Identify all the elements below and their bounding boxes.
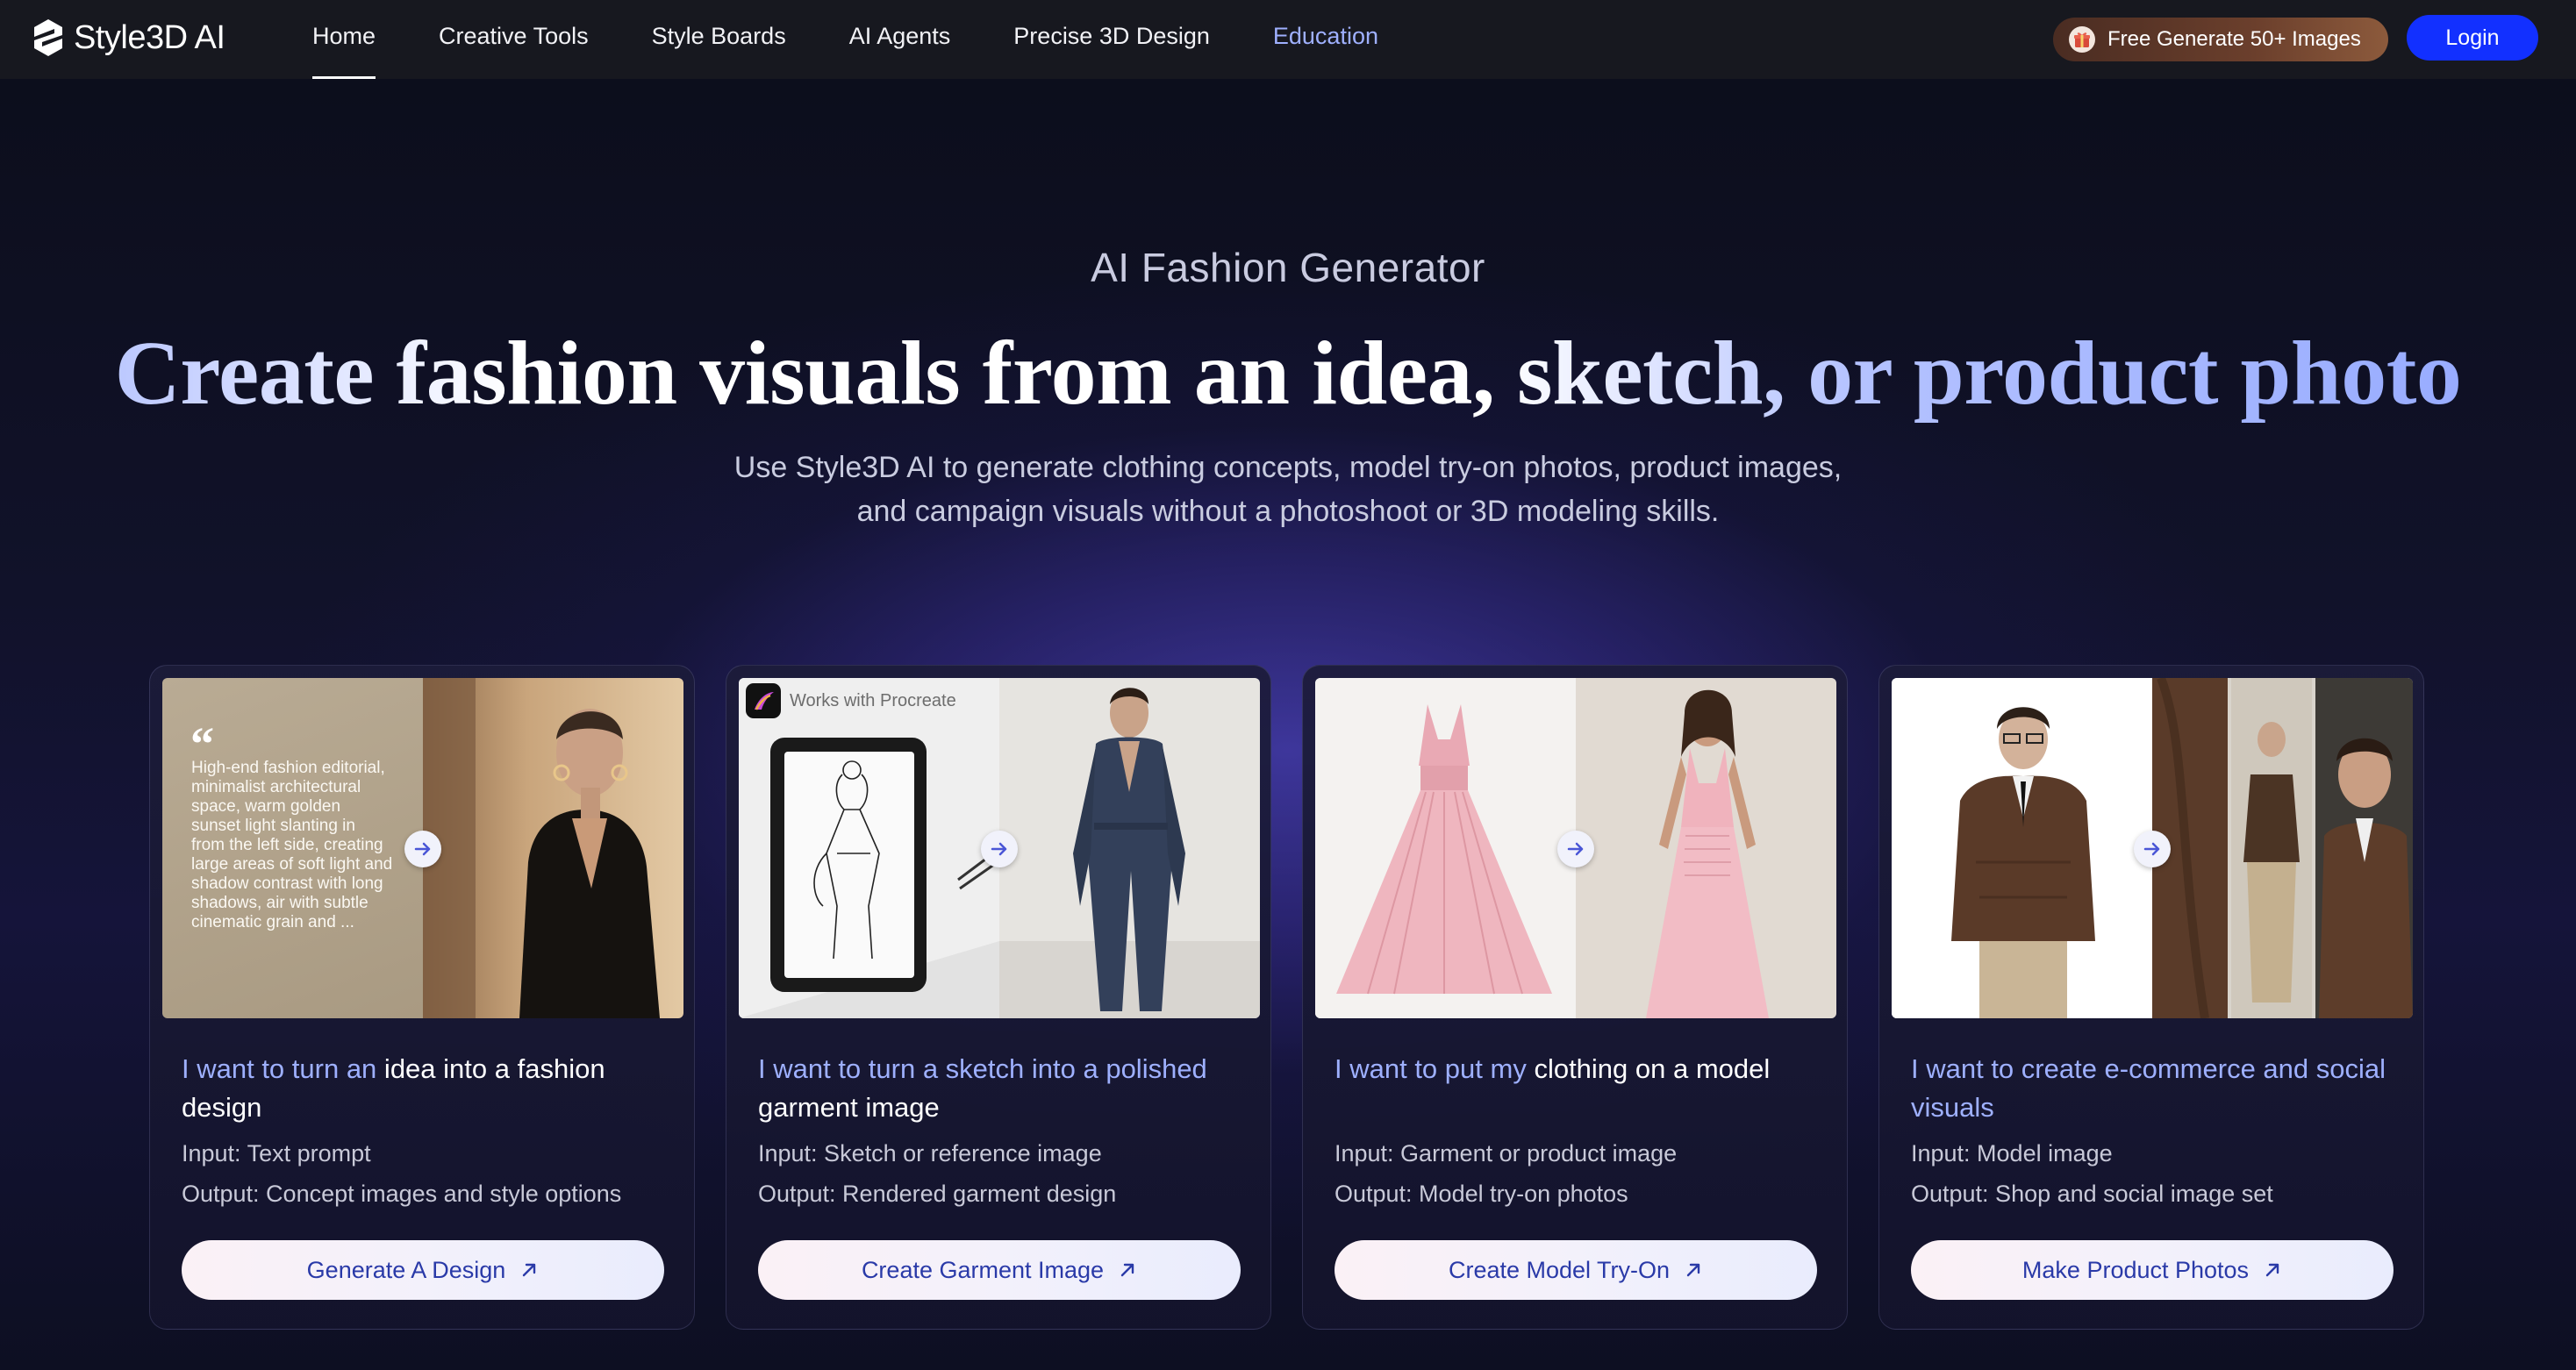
procreate-badge: Works with Procreate bbox=[746, 683, 956, 718]
product-collage-illustration bbox=[2152, 678, 2413, 1018]
arrow-up-right-icon bbox=[1686, 1263, 1700, 1277]
create-garment-image-button[interactable]: Create Garment Image bbox=[758, 1240, 1241, 1300]
free-generate-promo-button[interactable]: Free Generate 50+ Images bbox=[2053, 18, 2388, 61]
button-label: Make Product Photos bbox=[2021, 1256, 2250, 1283]
card-ecommerce-visuals: I want to create e-commerce and social v… bbox=[1878, 665, 2424, 1330]
style3d-logo-icon bbox=[34, 19, 62, 56]
editorial-photo bbox=[423, 678, 683, 1018]
model-pink-dress-illustration bbox=[1576, 678, 1836, 1018]
product-image-set bbox=[2152, 678, 2413, 1018]
create-model-tryon-button[interactable]: Create Model Try-On bbox=[1335, 1240, 1817, 1300]
card-image-idea: “ High-end fashion editorial, minimalist… bbox=[162, 678, 683, 1018]
card-image-tryon bbox=[1315, 678, 1836, 1018]
card-input: Input: Model image bbox=[1911, 1140, 2113, 1167]
card-clothing-on-model: I want to put my clothing on a model Inp… bbox=[1302, 665, 1848, 1330]
prompt-panel: “ High-end fashion editorial, minimalist… bbox=[162, 678, 423, 1018]
denim-jumpsuit-illustration bbox=[999, 678, 1260, 1018]
transform-arrow-icon bbox=[2134, 831, 2171, 867]
hero-subtitle-line2: and campaign visuals without a photoshoo… bbox=[856, 495, 1720, 528]
card-idea-to-design: “ High-end fashion editorial, minimalist… bbox=[149, 665, 695, 1330]
procreate-label: Works with Procreate bbox=[790, 690, 956, 710]
transform-arrow-icon bbox=[981, 831, 1018, 867]
card-image-sketch: Works with Procreate bbox=[739, 678, 1260, 1018]
card-input: Input: Garment or product image bbox=[1335, 1140, 1678, 1167]
nav-style-boards[interactable]: Style Boards bbox=[652, 0, 786, 79]
card-output: Output: Rendered garment design bbox=[758, 1181, 1117, 1207]
pink-dress-illustration bbox=[1315, 678, 1576, 1018]
card-image-ecommerce bbox=[1892, 678, 2413, 1018]
rendered-garment-photo bbox=[999, 678, 1260, 1018]
generate-design-button[interactable]: Generate A Design bbox=[182, 1240, 664, 1300]
card-sketch-to-garment: Works with Procreate I want to turn a sk… bbox=[726, 665, 1271, 1330]
button-label: Create Garment Image bbox=[861, 1256, 1105, 1283]
nav-home[interactable]: Home bbox=[312, 0, 376, 79]
button-label: Create Model Try-On bbox=[1448, 1256, 1671, 1283]
brand-name: Style3D AI bbox=[74, 18, 225, 56]
hero-eyebrow: AI Fashion Generator bbox=[1091, 245, 1485, 290]
model-tryon-photo bbox=[1576, 678, 1836, 1018]
transform-arrow-icon bbox=[1557, 831, 1594, 867]
card-input: Input: Text prompt bbox=[182, 1140, 371, 1167]
promo-label: Free Generate 50+ Images bbox=[2107, 27, 2361, 51]
card-title: I want to put my clothing on a model bbox=[1335, 1053, 1771, 1084]
button-label: Generate A Design bbox=[306, 1256, 506, 1283]
tablet-sketch-panel bbox=[739, 678, 999, 1018]
hero-subtitle: Use Style3D AI to generate clothing conc… bbox=[586, 446, 1990, 533]
card-input: Input: Sketch or reference image bbox=[758, 1140, 1102, 1167]
arrow-up-right-icon bbox=[2265, 1263, 2279, 1277]
use-case-cards: “ High-end fashion editorial, minimalist… bbox=[149, 665, 2425, 1330]
nav-precise-3d-design[interactable]: Precise 3D Design bbox=[1013, 0, 1210, 79]
card-title: I want to turn an idea into a fashion de… bbox=[182, 1053, 605, 1123]
model-jacket-illustration bbox=[1892, 678, 2152, 1018]
hero-subtitle-line1: Use Style3D AI to generate clothing conc… bbox=[733, 451, 1843, 484]
hero-headline: Create fashion visuals from an idea, ske… bbox=[0, 321, 2576, 425]
card-title: I want to create e-commerce and social v… bbox=[1911, 1053, 2386, 1123]
card-title: I want to turn a sketch into a polished … bbox=[758, 1053, 1207, 1123]
model-input-photo bbox=[1892, 678, 2152, 1018]
nav-ai-agents[interactable]: AI Agents bbox=[849, 0, 951, 79]
transform-arrow-icon bbox=[404, 831, 441, 867]
card-output: Output: Shop and social image set bbox=[1911, 1181, 2273, 1207]
gift-icon bbox=[2069, 26, 2095, 53]
card-output: Output: Model try-on photos bbox=[1335, 1181, 1628, 1207]
nav-education[interactable]: Education bbox=[1273, 0, 1378, 79]
arrow-up-right-icon bbox=[523, 1263, 536, 1277]
top-navigation: Style3D AI Home Creative Tools Style Boa… bbox=[0, 0, 2576, 79]
brand-logo[interactable]: Style3D AI bbox=[32, 18, 225, 58]
procreate-icon bbox=[746, 683, 781, 718]
editorial-photo-illustration bbox=[423, 678, 683, 1018]
card-output: Output: Concept images and style options bbox=[182, 1181, 622, 1207]
garment-product-photo bbox=[1315, 678, 1576, 1018]
login-button[interactable]: Login bbox=[2407, 15, 2538, 61]
make-product-photos-button[interactable]: Make Product Photos bbox=[1911, 1240, 2394, 1300]
prompt-text: High-end fashion editorial, minimalist a… bbox=[191, 759, 393, 931]
tablet-sketch-illustration bbox=[739, 678, 999, 1018]
arrow-up-right-icon bbox=[1120, 1263, 1134, 1277]
nav-creative-tools[interactable]: Creative Tools bbox=[439, 0, 589, 79]
main-menu: Home Creative Tools Style Boards AI Agen… bbox=[312, 0, 1442, 79]
